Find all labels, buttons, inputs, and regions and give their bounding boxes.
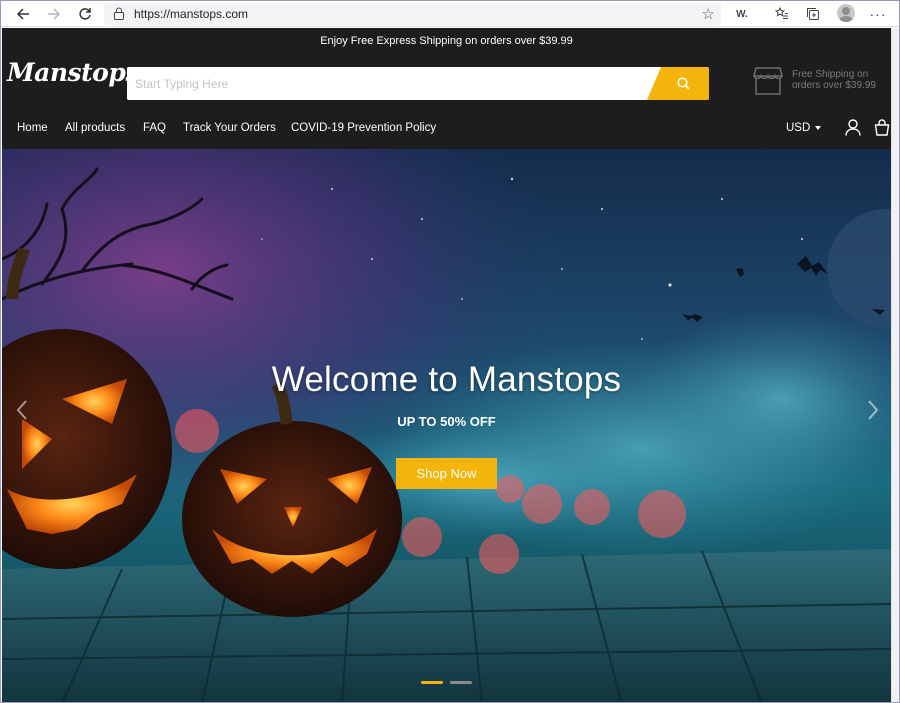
store-icon — [753, 67, 783, 95]
search-button[interactable] — [647, 67, 709, 100]
hero-title: Welcome to Manstops — [271, 360, 622, 399]
browser-window: https://manstops.com ☆ W. ··· Enjoy Free… — [0, 0, 900, 703]
announcement-bar: Enjoy Free Express Shipping on orders ov… — [320, 35, 573, 47]
search-icon — [676, 77, 690, 90]
hero-banner: Welcome to Manstops UP TO 50% OFF Shop N… — [2, 149, 891, 702]
account-icon[interactable] — [845, 119, 861, 136]
page-scrollbar[interactable] — [891, 28, 899, 702]
collections-icon — [807, 8, 819, 20]
nav-covid-policy[interactable]: COVID-19 Prevention Policy — [291, 122, 436, 134]
main-nav: Home All products FAQ Track Your Orders … — [2, 118, 891, 140]
shipping-note: Free Shipping on orders over $39.99 — [792, 69, 876, 91]
arrow-left-icon — [16, 8, 29, 20]
nav-track-orders[interactable]: Track Your Orders — [183, 122, 276, 134]
currency-label: USD — [786, 122, 811, 134]
address-bar[interactable]: https://manstops.com ☆ — [104, 3, 721, 25]
forward-button[interactable] — [44, 4, 64, 24]
favorites-button[interactable] — [773, 5, 791, 23]
nav-all-products[interactable]: All products — [65, 122, 125, 134]
refresh-icon — [79, 8, 91, 20]
slide-dot-active[interactable] — [421, 681, 443, 684]
chevron-down-icon — [815, 125, 822, 130]
search-bar — [127, 67, 709, 100]
hero-subtitle: UP TO 50% OFF — [397, 414, 496, 429]
site-logo[interactable]: Manstops — [7, 58, 139, 87]
slide-indicator — [421, 681, 473, 685]
url-text[interactable]: https://manstops.com — [134, 7, 248, 21]
nav-faq[interactable]: FAQ — [143, 122, 166, 134]
extension-button[interactable]: W. — [733, 5, 751, 23]
back-button[interactable] — [13, 4, 33, 24]
search-input[interactable] — [127, 67, 649, 100]
shop-now-button[interactable]: Shop Now — [396, 458, 497, 489]
ellipsis-icon[interactable]: ··· — [869, 5, 887, 23]
refresh-button[interactable] — [75, 4, 95, 24]
nav-home[interactable]: Home — [17, 122, 48, 134]
currency-selector[interactable]: USD — [786, 122, 822, 134]
chevron-left-icon[interactable] — [15, 398, 29, 422]
chevron-right-icon[interactable] — [866, 398, 880, 422]
arrow-right-icon — [48, 8, 61, 20]
cart-icon[interactable] — [874, 119, 890, 136]
shipping-info: Free Shipping on orders over $39.99 — [752, 66, 887, 98]
slide-dot[interactable] — [450, 681, 472, 684]
collections-button[interactable] — [804, 5, 822, 23]
browser-toolbar: https://manstops.com ☆ W. ··· — [1, 1, 899, 27]
star-icon[interactable]: ☆ — [702, 5, 715, 23]
site-page: Enjoy Free Express Shipping on orders ov… — [2, 28, 891, 702]
avatar[interactable] — [837, 4, 855, 22]
favorites-icon — [775, 7, 788, 19]
lock-icon — [114, 7, 124, 20]
